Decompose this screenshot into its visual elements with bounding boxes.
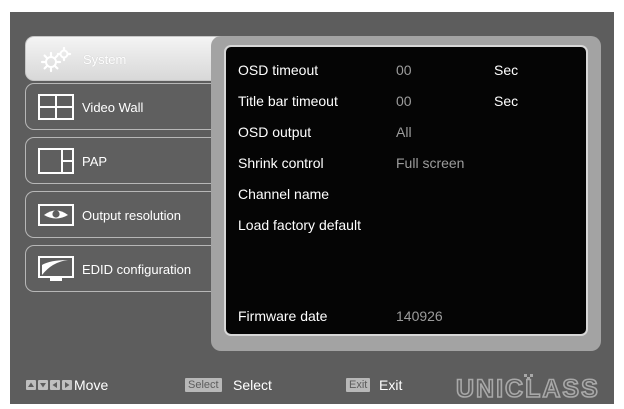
monitor-icon [38, 256, 74, 281]
setting-value: Full screen [396, 155, 465, 171]
setting-unit: Sec [494, 62, 519, 78]
tab-output-resolution[interactable]: Output resolution [25, 191, 235, 238]
setting-label: OSD output [238, 124, 312, 140]
tab-video-wall[interactable]: Video Wall [25, 83, 235, 130]
setting-load-factory-default[interactable]: Load factory default [238, 215, 578, 235]
setting-osd-output[interactable]: OSD output All [238, 122, 578, 142]
firmware-date-value: 140926 [396, 308, 443, 324]
tab-edid-configuration[interactable]: EDID configuration [25, 245, 235, 292]
setting-value: 00 [396, 62, 412, 78]
setting-shrink-control[interactable]: Shrink control Full screen [238, 153, 578, 173]
gears-icon [40, 47, 72, 73]
setting-value: 00 [396, 93, 412, 109]
setting-value: All [396, 124, 412, 140]
up-arrow-key-icon [26, 380, 36, 390]
setting-osd-timeout[interactable]: OSD timeout 00 Sec [238, 60, 578, 80]
down-arrow-key-icon [38, 380, 48, 390]
uniclass-logo: UNICLASS [456, 374, 599, 402]
setting-label: OSD timeout [238, 62, 319, 78]
right-arrow-key-icon [62, 380, 72, 390]
settings-panel: OSD timeout 00 Sec Title bar timeout 00 … [211, 36, 601, 351]
setting-label: Channel name [238, 186, 330, 202]
select-key-badge: Select [185, 378, 222, 392]
osd-screen: System Video Wall PAP Output resolution [10, 12, 614, 404]
setting-channel-name[interactable]: Channel name [238, 184, 578, 204]
tab-pap-label: PAP [82, 154, 108, 169]
tab-video-wall-label: Video Wall [82, 100, 144, 115]
exit-hint-label: Exit [379, 377, 403, 393]
tab-output-resolution-label: Output resolution [82, 208, 182, 223]
tab-system-label: System [83, 52, 127, 67]
exit-key-badge: Exit [346, 378, 371, 392]
tab-edid-configuration-label: EDID configuration [82, 262, 192, 277]
move-hint-label: Move [74, 377, 109, 393]
tab-system[interactable]: System [25, 36, 235, 81]
settings-list: OSD timeout 00 Sec Title bar timeout 00 … [224, 45, 588, 336]
setting-unit: Sec [494, 93, 519, 109]
setting-title-bar-timeout[interactable]: Title bar timeout 00 Sec [238, 91, 578, 111]
footer-help-bar: Move Select Select Exit Exit UNICLASS [10, 374, 614, 402]
firmware-date-label: Firmware date [238, 308, 328, 324]
firmware-date-row: Firmware date 140926 [238, 306, 578, 326]
tab-pap[interactable]: PAP [25, 137, 235, 184]
left-arrow-key-icon [50, 380, 60, 390]
pap-icon [38, 148, 74, 174]
setting-label: Title bar timeout [238, 93, 338, 109]
setting-label: Shrink control [238, 155, 324, 171]
eye-icon [38, 204, 74, 226]
setting-label: Load factory default [238, 217, 361, 233]
select-hint-label: Select [233, 377, 272, 393]
video-wall-icon [38, 94, 74, 120]
